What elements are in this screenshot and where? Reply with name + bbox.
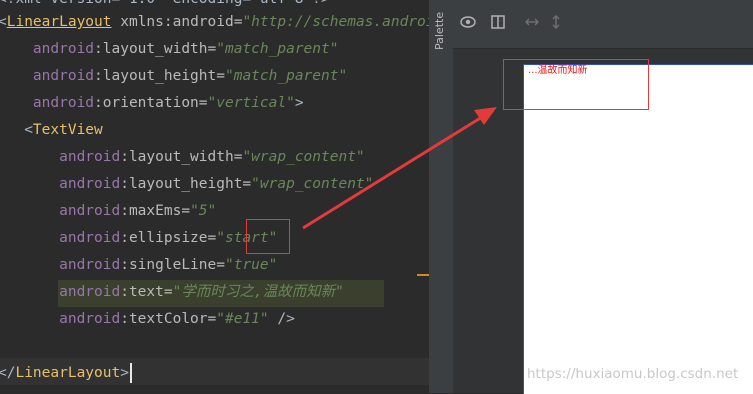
watermark: https://huxiaomu.blog.csdn.net	[527, 366, 739, 382]
annotation-arrow	[302, 107, 497, 230]
